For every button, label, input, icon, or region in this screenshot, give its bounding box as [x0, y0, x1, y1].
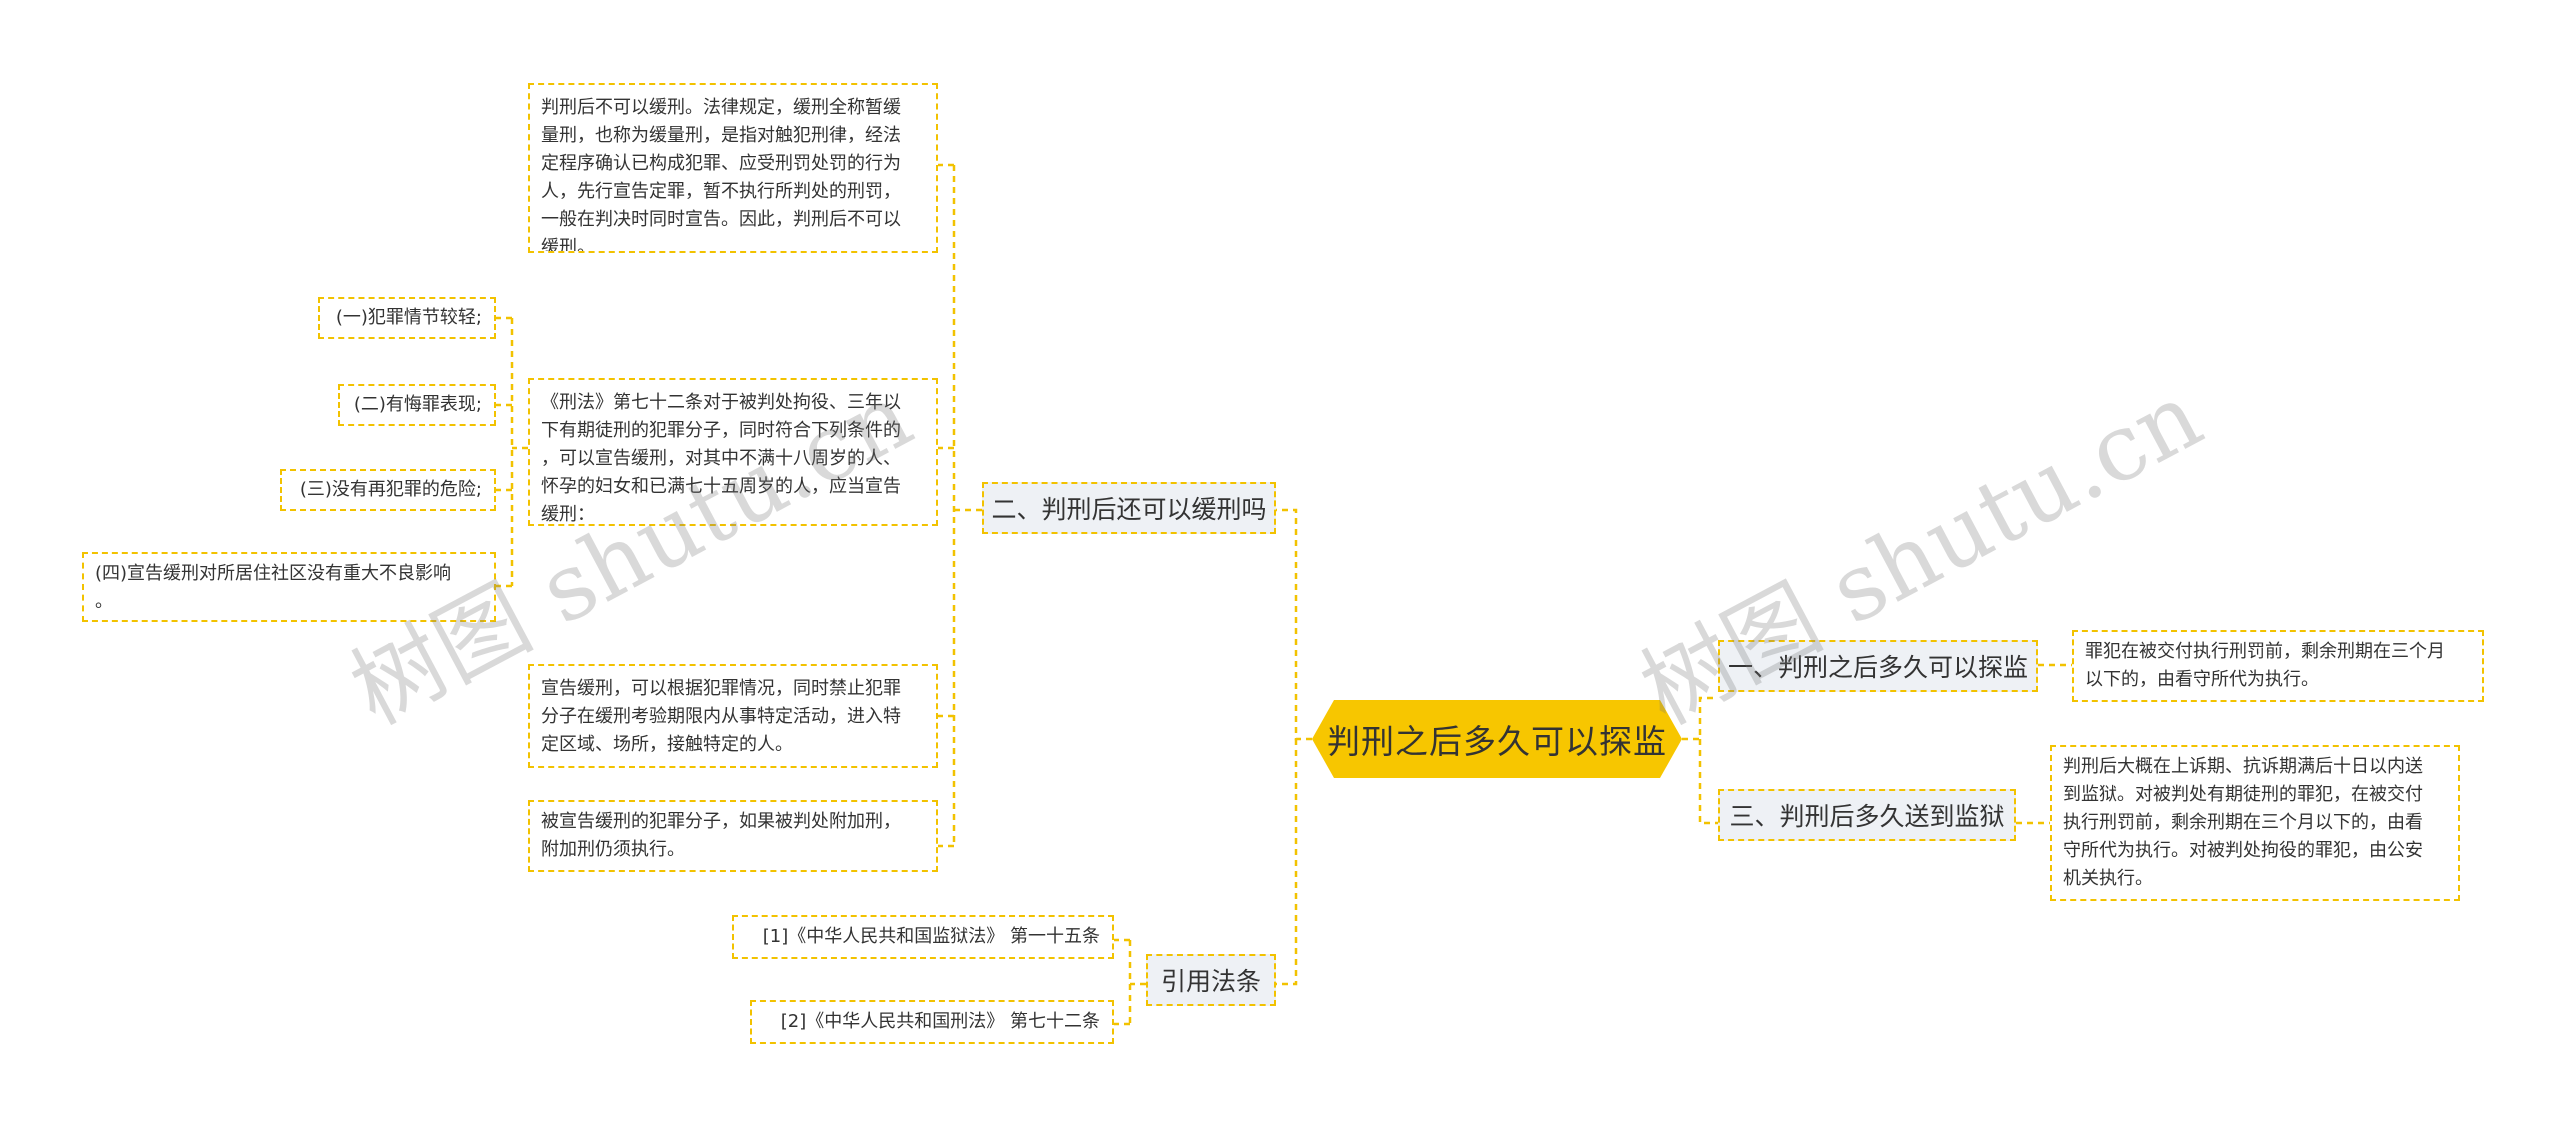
leaf-probation-law: 判刑后不可以缓刑。法律规定，缓刑全称暂缓 量刑，也称为缓量刑，是指对触犯刑律，经… — [528, 83, 938, 253]
condition-1: (一)犯罪情节较轻; — [318, 297, 496, 339]
branch-probation-label: 二、判刑后还可以缓刑吗 — [991, 495, 1267, 524]
root-topic-label: 判刑之后多久可以探监 — [1327, 722, 1667, 761]
branch-cited-laws[interactable]: 引用法条 — [1146, 954, 1276, 1006]
branch-visit-timing[interactable]: 一、判刑之后多久可以探监 — [1718, 640, 2038, 692]
branch-prison-transfer[interactable]: 三、判刑后多久送到监狱 — [1718, 789, 2016, 841]
leaf-supplementary-penalty: 被宣告缓刑的犯罪分子，如果被判处附加刑， 附加刑仍须执行。 — [528, 800, 938, 872]
branch-probation[interactable]: 二、判刑后还可以缓刑吗 — [982, 482, 1276, 534]
branch-prison-transfer-label: 三、判刑后多久送到监狱 — [1729, 802, 2005, 831]
leaf-probation-restrictions: 宣告缓刑，可以根据犯罪情况，同时禁止犯罪 分子在缓刑考验期限内从事特定活动，进入… — [528, 664, 938, 768]
leaf-prison-transfer-text: 判刑后大概在上诉期、抗诉期满后十日以内送 到监狱。对被判处有期徒刑的罪犯，在被交… — [2050, 745, 2460, 901]
leaf-criminal-law-article-72: 《刑法》第七十二条对于被判处拘役、三年以 下有期徒刑的犯罪分子，同时符合下列条件… — [528, 378, 938, 526]
branch-visit-timing-label: 一、判刑之后多久可以探监 — [1727, 653, 2028, 682]
condition-4: (四)宣告缓刑对所居住社区没有重大不良影响 。 — [82, 552, 496, 622]
branch-cited-laws-label: 引用法条 — [1160, 967, 1261, 996]
condition-3: (三)没有再犯罪的危险; — [280, 469, 496, 511]
ref-prison-law[interactable]: [1]《中华人民共和国监狱法》 第一十五条 — [732, 915, 1114, 959]
leaf-visit-timing-text: 罪犯在被交付执行刑罚前，剩余刑期在三个月 以下的，由看守所代为执行。 — [2072, 630, 2484, 702]
ref-criminal-law[interactable]: [2]《中华人民共和国刑法》 第七十二条 — [750, 1000, 1114, 1044]
condition-2: (二)有悔罪表现; — [338, 384, 496, 426]
root-topic[interactable]: 判刑之后多久可以探监 — [1312, 700, 1682, 778]
